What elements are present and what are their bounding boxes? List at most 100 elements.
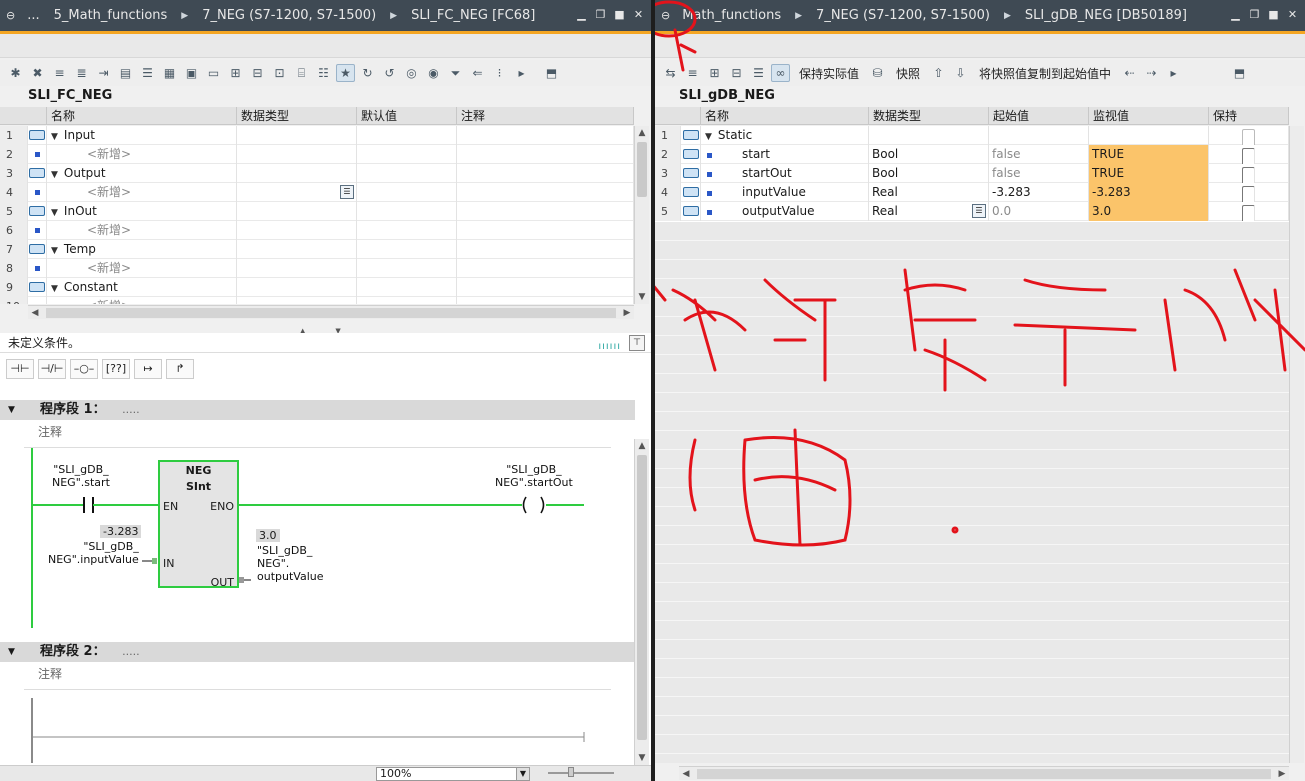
table-icon[interactable]: ▦ <box>160 64 179 82</box>
insert-row-icon[interactable]: ✱ <box>6 64 25 82</box>
window-menu-icon[interactable]: ⊖ <box>6 9 15 22</box>
window-split-icon[interactable]: ⬒ <box>542 64 561 82</box>
name-cell[interactable]: ▼ Input <box>47 126 237 145</box>
type-cell[interactable] <box>237 201 357 221</box>
comment-cell[interactable] <box>457 201 634 221</box>
neg-instruction-box[interactable]: NEG SInt EN ENO IN OUT <box>158 460 239 589</box>
coil-icon[interactable]: –○– <box>70 359 98 379</box>
col-default-header[interactable]: 默认值 <box>357 107 457 124</box>
display-icon[interactable]: ⌸ <box>292 64 311 82</box>
type-cell[interactable] <box>237 144 357 164</box>
col-name-header[interactable]: 名称 <box>47 107 237 124</box>
scroll-thumb[interactable] <box>637 142 647 197</box>
collapse-icon[interactable]: ⊟ <box>248 64 267 82</box>
scroll-up-icon[interactable]: ▲ <box>635 126 649 140</box>
zoom-select[interactable]: 100% ▼ <box>376 767 530 781</box>
table-row[interactable]: 8 <新增> <box>0 258 634 278</box>
collapse-triangle-icon[interactable]: ▼ <box>51 284 58 294</box>
breadcrumb-item[interactable]: 5_Math_functions <box>54 8 168 23</box>
expand-icon[interactable]: ⊞ <box>226 64 245 82</box>
default-cell[interactable] <box>357 163 457 183</box>
scroll-up-icon[interactable]: ▲ <box>635 439 649 453</box>
default-cell[interactable] <box>357 182 457 202</box>
name-cell[interactable]: <新增> <box>47 258 237 278</box>
more-icon[interactable]: ▸ <box>512 64 531 82</box>
table-row[interactable]: 10 <新增> <box>0 296 634 304</box>
coil-startout[interactable] <box>522 496 527 514</box>
default-cell[interactable] <box>357 201 457 221</box>
no-contact-icon[interactable]: ⊣⊢ <box>6 359 34 379</box>
col-type-header[interactable]: 数据类型 <box>237 107 357 124</box>
table-row[interactable]: 9 ▼ Constant <box>0 277 634 297</box>
out-operand-label[interactable]: "SLI_gDB_ NEG". outputValue <box>257 544 324 583</box>
table-row[interactable]: 4 <新增> ☰ <box>0 182 634 202</box>
default-cell[interactable] <box>357 220 457 240</box>
name-cell[interactable]: ▼ InOut <box>47 201 237 221</box>
breadcrumb-item[interactable]: 7_NEG (S7-1200, S7-1500) <box>202 8 376 23</box>
network-2-header[interactable]: ▼ 程序段 2： ..... <box>0 642 635 662</box>
absolute-operand-icon[interactable]: ⊡ <box>270 64 289 82</box>
zoom-slider-thumb[interactable] <box>568 767 574 777</box>
collapse-triangle-icon[interactable]: ▼ <box>51 170 58 180</box>
default-cell[interactable] <box>357 258 457 278</box>
name-cell[interactable]: <新增> <box>47 182 237 202</box>
splitter-arrows[interactable]: ▲ ▼ <box>300 322 356 335</box>
name-cell[interactable]: <新增> <box>47 296 237 304</box>
close-icon[interactable]: ✕ <box>632 9 645 21</box>
comment-cell[interactable] <box>457 277 634 297</box>
star-icon[interactable]: ★ <box>336 64 355 82</box>
collapse-triangle-icon[interactable]: ▼ <box>51 132 58 142</box>
box-datatype[interactable]: SInt <box>160 479 237 494</box>
table-row[interactable]: 1 ▼ Input <box>0 126 634 145</box>
breadcrumb-item[interactable]: SLI_FC_NEG [FC68] <box>411 8 535 23</box>
comment-cell[interactable] <box>457 163 634 183</box>
table-row[interactable]: 3 ▼ Output <box>0 163 634 183</box>
interface-hscroll[interactable]: ◀ ▶ <box>28 305 634 319</box>
monitor-all-icon[interactable]: ◉ <box>424 64 443 82</box>
col-comment-header[interactable]: 注释 <box>457 107 634 124</box>
favorites-icon[interactable]: ☷ <box>314 64 333 82</box>
default-cell[interactable] <box>357 277 457 297</box>
close-branch-icon[interactable]: ↱ <box>166 359 194 379</box>
name-cell[interactable]: <新增> <box>47 220 237 240</box>
comment-cell[interactable] <box>457 296 634 304</box>
default-cell[interactable] <box>357 126 457 145</box>
scroll-thumb[interactable] <box>637 455 647 740</box>
scroll-down-icon[interactable]: ▼ <box>635 751 649 765</box>
float-icon[interactable]: ❐ <box>594 9 607 21</box>
scroll-right-icon[interactable]: ▶ <box>620 306 634 320</box>
open-branch-icon[interactable]: ↦ <box>134 359 162 379</box>
grid-icon[interactable]: ▣ <box>182 64 201 82</box>
call-hierarchy-icon[interactable]: ⊤ <box>629 335 645 351</box>
delete-network-icon[interactable]: ≣ <box>72 64 91 82</box>
zoom-slider[interactable] <box>548 767 614 777</box>
minimize-icon[interactable]: ▁ <box>575 9 588 21</box>
comment-cell[interactable] <box>457 126 634 145</box>
network-1-header[interactable]: ▼ 程序段 1： ..... <box>0 400 635 420</box>
type-picker-icon[interactable]: ☰ <box>340 184 354 199</box>
type-cell[interactable]: ☰ <box>237 182 357 202</box>
coil-operand-label[interactable]: "SLI_gDB_ NEG".startOut <box>495 463 573 489</box>
name-cell[interactable]: <新增> <box>47 144 237 164</box>
name-cell[interactable]: ▼ Temp <box>47 239 237 259</box>
default-cell[interactable] <box>357 239 457 259</box>
scroll-down-icon[interactable]: ▼ <box>635 290 649 304</box>
goto-icon[interactable]: ⇥ <box>94 64 113 82</box>
table-row[interactable]: 2 <新增> <box>0 144 634 164</box>
collapse-triangle-icon[interactable]: ▼ <box>8 400 15 420</box>
empty-box-icon[interactable]: [??] <box>102 359 130 379</box>
collapse-triangle-icon[interactable]: ▼ <box>8 642 15 662</box>
step-icon[interactable]: ⇐ <box>468 64 487 82</box>
type-cell[interactable] <box>237 296 357 304</box>
type-cell[interactable] <box>237 277 357 297</box>
network-2-comment[interactable]: 注释 <box>24 664 611 690</box>
properties-icon[interactable]: ▤ <box>116 64 135 82</box>
scroll-thumb[interactable] <box>46 307 616 318</box>
name-cell[interactable]: ▼ Output <box>47 163 237 183</box>
in-operand-label[interactable]: "SLI_gDB_ NEG".inputValue <box>48 540 139 566</box>
scroll-left-icon[interactable]: ◀ <box>28 306 42 320</box>
type-cell[interactable] <box>237 126 357 145</box>
comment-cell[interactable] <box>457 144 634 164</box>
contact-operand-label[interactable]: "SLI_gDB_ NEG".start <box>52 463 110 489</box>
nc-contact-icon[interactable]: ⊣/⊢ <box>38 359 66 379</box>
